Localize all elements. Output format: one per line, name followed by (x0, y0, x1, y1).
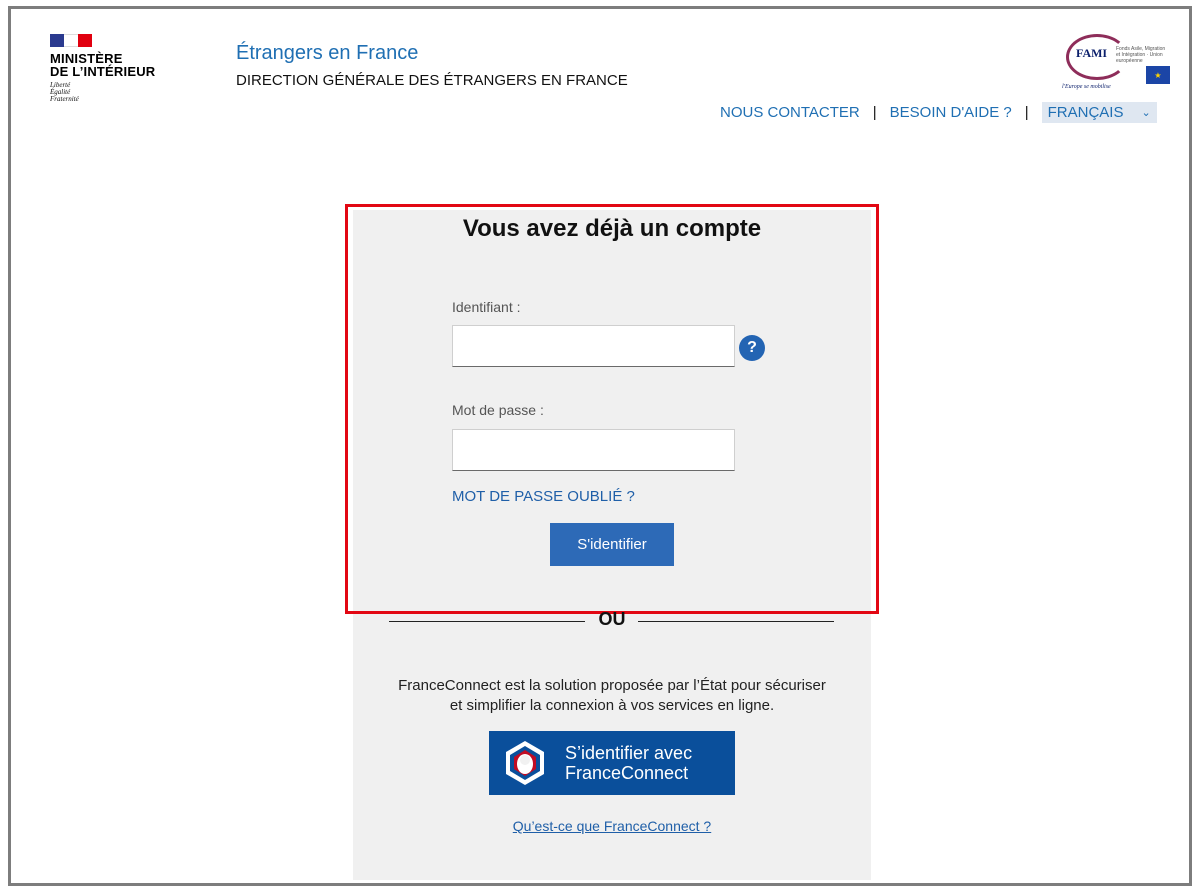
language-select[interactable]: FRANÇAIS ⌄ (1041, 102, 1157, 123)
divider-line-right (638, 621, 834, 622)
fami-logo: FAMI Fonds Asile, Migration et Intégrati… (1060, 34, 1172, 92)
franceconnect-logo-icon (501, 739, 549, 787)
fami-slogan: l'Europe se mobilise (1062, 84, 1111, 90)
site-title[interactable]: Étrangers en France (236, 42, 418, 65)
french-flag-icon (50, 34, 92, 47)
ministry-logo: MINISTÈRE DE L’INTÉRIEUR Liberté Égalité… (50, 34, 170, 103)
franceconnect-button[interactable]: S’identifier avec FranceConnect (489, 731, 735, 795)
fami-logo-text: FAMI (1076, 46, 1108, 60)
nav-separator: | (1024, 104, 1029, 121)
franceconnect-button-label: S’identifier avec FranceConnect (565, 743, 693, 783)
ministry-name: MINISTÈRE DE L’INTÉRIEUR (50, 51, 156, 79)
franceconnect-description: FranceConnect est la solution proposée p… (398, 677, 826, 714)
nav-separator: | (872, 104, 877, 121)
chevron-down-icon: ⌄ (1141, 107, 1151, 119)
franceconnect-info-link[interactable]: Qu’est-ce que FranceConnect ? (353, 818, 871, 834)
language-value: FRANÇAIS (1047, 104, 1124, 121)
divider-line-left (389, 621, 585, 622)
divider-text: OU (598, 609, 626, 629)
top-nav: NOUS CONTACTER | BESOIN D'AIDE ? | FRANÇ… (720, 102, 1157, 123)
eu-flag-icon: ★ (1146, 66, 1170, 84)
republic-motto: Liberté Égalité Fraternité (50, 81, 79, 103)
fami-small-text: Fonds Asile, Migration et Intégration · … (1116, 46, 1166, 64)
highlight-box (345, 204, 879, 614)
site-subtitle: DIRECTION GÉNÉRALE DES ÉTRANGERS EN FRAN… (236, 72, 628, 89)
contact-link[interactable]: NOUS CONTACTER (720, 104, 860, 121)
help-link[interactable]: BESOIN D'AIDE ? (890, 104, 1012, 121)
